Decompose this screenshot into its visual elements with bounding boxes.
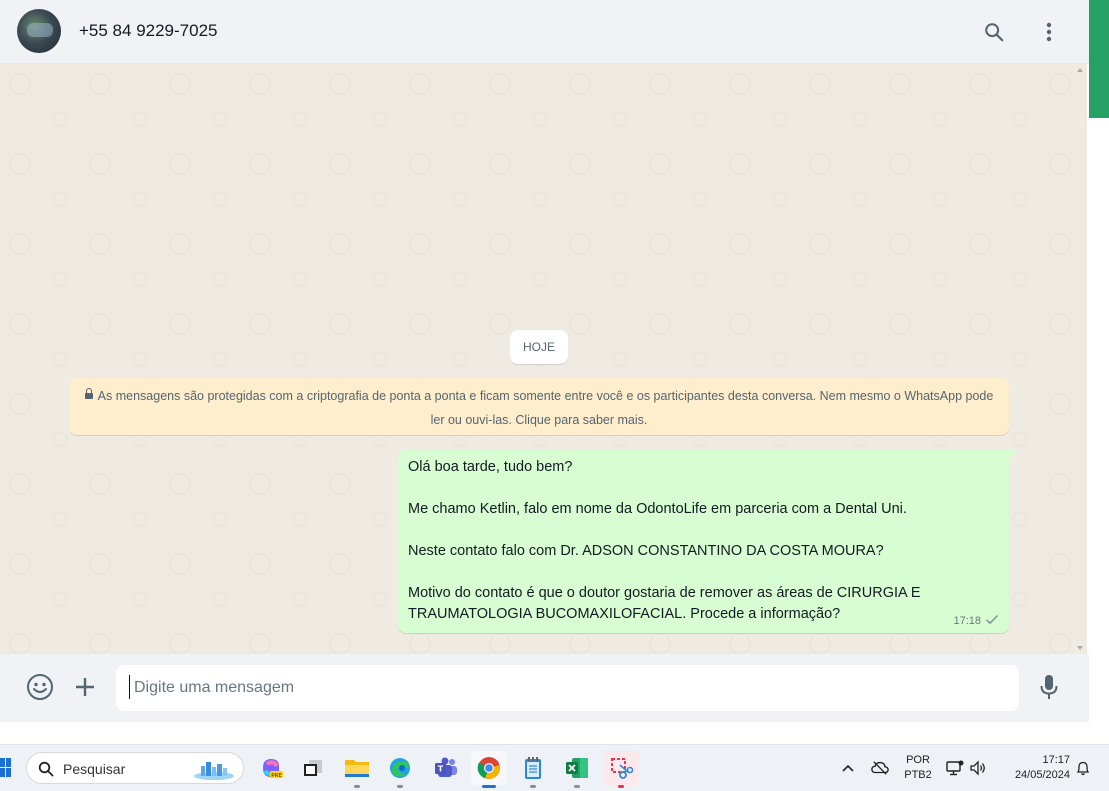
running-indicator [530, 785, 536, 788]
chat-header: +55 84 9229-7025 [0, 0, 1089, 64]
single-check-icon [985, 614, 999, 628]
kebab-menu-icon[interactable] [1034, 17, 1064, 47]
contact-avatar[interactable] [17, 9, 61, 53]
excel-icon[interactable] [559, 751, 595, 788]
input-language-indicator[interactable]: POR PTB2 [904, 753, 932, 783]
copilot-pre-icon[interactable]: PRE [253, 751, 289, 785]
teams-icon[interactable]: T [428, 751, 464, 785]
running-indicator [482, 785, 496, 788]
clock-time: 17:17 [1042, 754, 1070, 766]
window-edge-background [1089, 118, 1109, 744]
contact-name[interactable]: +55 84 9229-7025 [79, 21, 218, 41]
scroll-up-icon[interactable] [1077, 68, 1083, 72]
encryption-notice-text: As mensagens são protegidas com a cripto… [97, 389, 994, 427]
message-paragraph: Motivo do contato é que o doutor gostari… [408, 585, 921, 622]
window-gap [0, 722, 1109, 744]
notepad-icon[interactable] [515, 751, 551, 788]
message-time: 17:18 [953, 615, 981, 627]
running-indicator [397, 785, 403, 788]
message-paragraph: Neste contato falo com Dr. ADSON CONSTAN… [408, 543, 884, 559]
show-hidden-icons-chevron-icon[interactable] [839, 759, 857, 777]
search-icon[interactable] [979, 17, 1009, 47]
svg-text:T: T [438, 765, 444, 774]
emoji-icon[interactable] [25, 672, 55, 702]
language-line-2: PTB2 [904, 769, 932, 781]
search-icon [38, 761, 54, 777]
scroll-down-icon[interactable] [1077, 646, 1083, 650]
microphone-icon[interactable] [1034, 672, 1064, 702]
message-menu-handle [1004, 452, 1011, 458]
svg-text:PRE: PRE [271, 773, 282, 779]
city-skyline-icon [194, 762, 234, 780]
plus-icon[interactable] [70, 672, 100, 702]
network-icon[interactable] [946, 759, 964, 777]
clock-date: 24/05/2024 [1014, 769, 1070, 781]
windows-start-icon[interactable] [0, 758, 12, 778]
lock-icon [84, 388, 93, 399]
message-paragraph: Me chamo Ketlin, falo em nome da OdontoL… [408, 501, 907, 517]
taskbar-search[interactable]: Pesquisar [26, 752, 244, 784]
taskbar-search-label: Pesquisar [63, 761, 126, 777]
volume-icon[interactable] [969, 759, 987, 777]
outgoing-message[interactable]: Olá boa tarde, tudo bem? Me chamo Ketlin… [398, 450, 1017, 633]
language-line-1: POR [906, 754, 930, 766]
date-separator: HOJE [510, 330, 569, 364]
chrome-icon[interactable] [471, 751, 507, 788]
running-indicator [574, 785, 580, 788]
message-input[interactable] [116, 665, 1019, 711]
message-meta: 17:18 [953, 614, 999, 628]
notifications-bell-icon[interactable] [1074, 759, 1092, 777]
message-paragraph: Olá boa tarde, tudo bem? [408, 459, 573, 475]
encryption-notice[interactable]: As mensagens são protegidas com a cripto… [69, 378, 1009, 435]
snipping-tool-icon[interactable] [603, 751, 639, 788]
window-edge-strip [1089, 0, 1109, 118]
chat-area[interactable]: HOJE As mensagens são protegidas com a c… [0, 64, 1087, 654]
task-view-icon[interactable] [295, 751, 331, 785]
text-caret [129, 675, 130, 699]
running-indicator [354, 785, 360, 788]
taskbar-clock[interactable]: 17:17 24/05/2024 [1000, 753, 1070, 783]
windows-taskbar: Pesquisar PRE T POR PTB2 17:17 24/05/202… [0, 744, 1109, 791]
running-indicator [618, 785, 624, 788]
edge-browser-icon[interactable] [382, 751, 418, 788]
cloud-offline-icon[interactable] [871, 759, 889, 777]
message-composer [0, 654, 1089, 722]
file-explorer-icon[interactable] [339, 751, 375, 788]
